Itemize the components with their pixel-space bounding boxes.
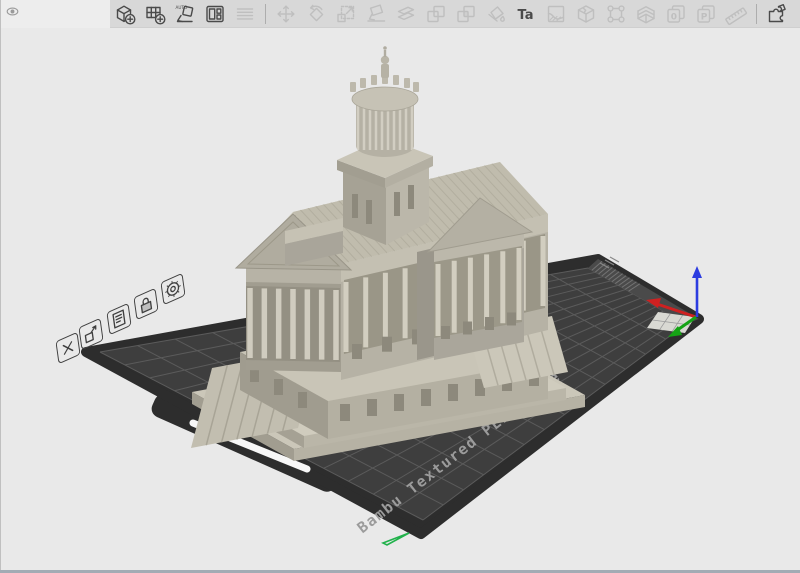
stack-p-icon: P [697, 4, 715, 23]
toolbar-measure-button [723, 1, 749, 27]
auto-orient-icon: AUTO [176, 5, 194, 22]
add-plate-icon [146, 6, 166, 25]
toolbar-cut-button [393, 1, 419, 27]
toolbar-place-on-face-button [363, 1, 389, 27]
text-icon: Ta [518, 8, 534, 23]
toolbar-variable-layer-height-button [633, 1, 659, 27]
toolbar-scale-button [333, 1, 359, 27]
toolbar-stack-0-button: 0 [663, 1, 689, 27]
toolbar-separator [756, 3, 757, 24]
toolbar-mesh-boolean-button [573, 1, 599, 27]
model-finial-stem [383, 50, 387, 57]
model-finial-base [381, 64, 389, 78]
toolbar-assembly-view-button[interactable] [764, 1, 790, 27]
add-icon [116, 5, 136, 25]
color-painting-icon [488, 5, 505, 22]
toolbar-support-painting-button [543, 1, 569, 27]
scene-canvas: Bambu Textured PEI Plate [81, 46, 704, 546]
move-icon [277, 5, 295, 22]
assembly-view-icon [768, 3, 786, 22]
model-cupola-crown [351, 86, 419, 112]
svg-text:AUTO: AUTO [176, 5, 188, 10]
toolbar-text-button[interactable]: Ta [513, 1, 539, 27]
model-finial-tip [383, 46, 387, 50]
svg-text:P: P [701, 12, 708, 22]
support-painting-icon [547, 5, 565, 22]
cut-icon [397, 6, 415, 20]
toolbar-split-to-objects-button [423, 1, 449, 27]
window-left-edge [0, 0, 1, 573]
fix-model-icon [607, 4, 625, 23]
split-to-parts-icon [457, 5, 475, 22]
model-columns-sw [247, 288, 339, 360]
axis-z-arrowhead [692, 266, 702, 278]
measure-icon [725, 6, 748, 25]
toolbar-color-painting-button [483, 1, 509, 27]
stack-0-icon: 0 [667, 4, 685, 23]
toolbar-split-model-button [232, 1, 258, 27]
main-toolbar: AUTO Ta 0 P [110, 0, 800, 28]
rotate-icon [309, 4, 324, 21]
toolbar-separator [265, 3, 266, 24]
toolbar-split-to-parts-button [453, 1, 479, 27]
top-toolbar: AUTO Ta 0 P [0, 0, 800, 28]
toolbar-stack-p-button: P [693, 1, 719, 27]
model-portico-se-side [417, 248, 434, 360]
toolbar-arrange-button[interactable] [202, 1, 228, 27]
split-to-objects-icon [427, 5, 445, 22]
viewport-3d[interactable]: Bambu Textured PEI Plate [0, 0, 800, 573]
capitol-model[interactable] [191, 46, 585, 461]
toolbar-add-button[interactable] [112, 1, 138, 27]
toolbar-move-button [273, 1, 299, 27]
scale-icon [337, 5, 355, 22]
topbar-left-area [0, 0, 110, 28]
mesh-boolean-icon [577, 4, 595, 23]
green-origin-marker [381, 532, 410, 546]
split-model-icon [236, 7, 254, 20]
variable-layer-height-icon [637, 5, 655, 23]
model-finial-ball [380, 55, 390, 65]
toolbar-fix-model-button [603, 1, 629, 27]
toolbar-auto-orient-button[interactable]: AUTO [172, 1, 198, 27]
svg-text:0: 0 [671, 12, 677, 22]
toolbar-add-plate-button[interactable] [142, 1, 168, 27]
place-on-face-icon [367, 3, 386, 22]
eye-icon[interactable] [6, 4, 19, 22]
toolbar-rotate-button [303, 1, 329, 27]
arrange-icon [206, 5, 224, 22]
svg-text:Ta: Ta [518, 8, 534, 23]
